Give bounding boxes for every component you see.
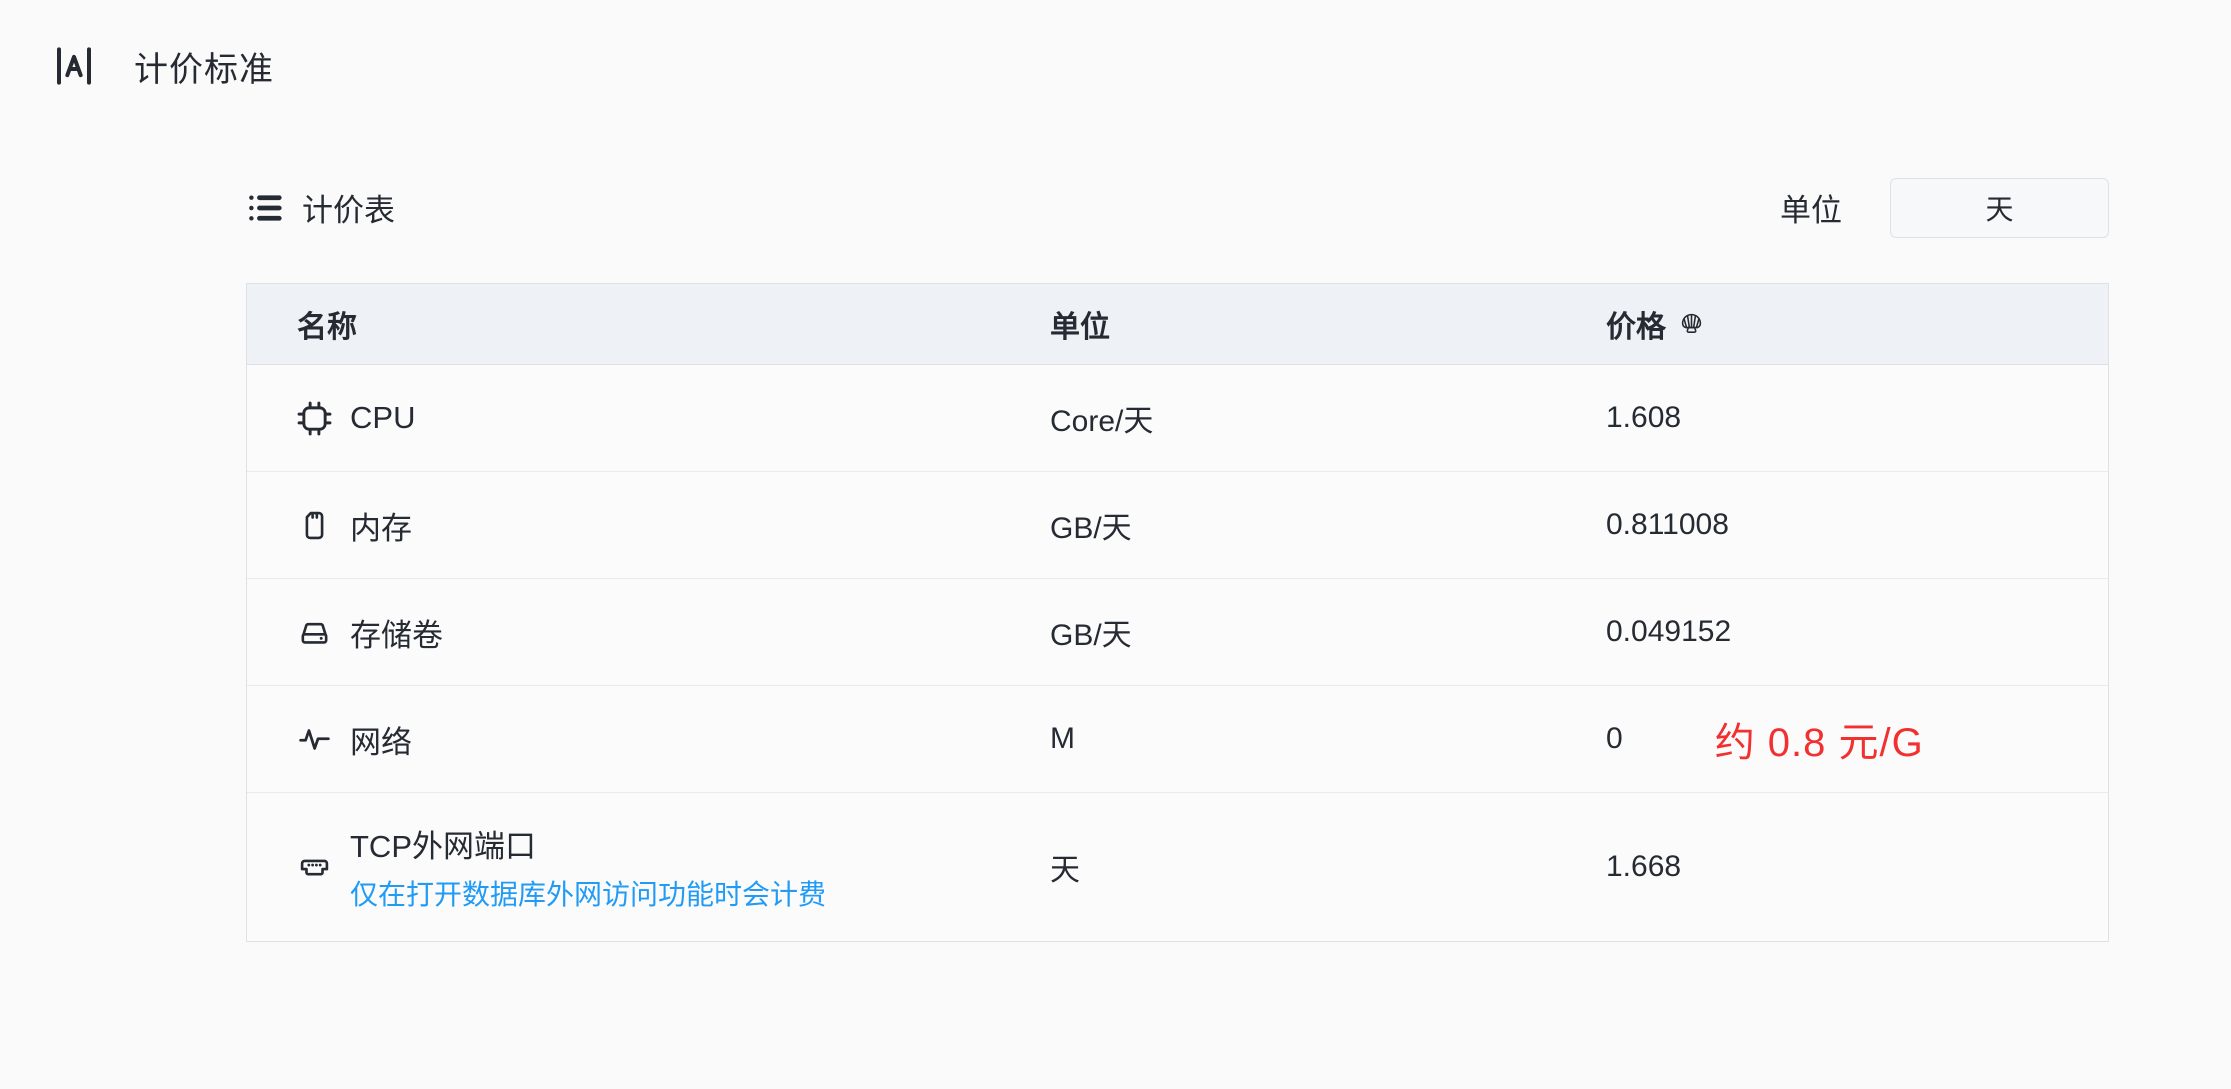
price-cell: 0.049152 [1602,615,2108,649]
resource-name: TCP外网端口 [350,821,826,866]
resource-name: CPU [350,400,415,436]
pricing-table: 名称 单位 价格 CPU Core/天 [246,283,2109,942]
price-cell: 1.668 [1602,850,2108,884]
section-header: 计价表 [246,185,395,230]
resource-name: 内存 [350,503,412,548]
resource-price: 0.811008 [1606,508,1729,542]
resource-unit: GB/天 [1050,610,1602,654]
resource-price: 0 [1606,722,1623,756]
table-row: 内存 GB/天 0.811008 [247,472,2108,579]
resource-unit: Core/天 [1050,396,1602,440]
section-title: 计价表 [302,185,395,230]
table-row: CPU Core/天 1.608 [247,365,2108,472]
unit-label: 单位 [1780,185,1842,230]
storage-icon [297,615,332,650]
tcp-icon [297,850,332,885]
header-price-label: 价格 [1606,302,1666,346]
price-cell: 1.608 [1602,401,2108,435]
resource-price: 1.668 [1606,850,1681,884]
header-name: 名称 [247,302,1050,346]
table-row: 网络 M 0 约 0.8 元/G [247,686,2108,793]
memory-icon [297,508,332,543]
network-icon [297,722,332,757]
table-row: TCP外网端口 仅在打开数据库外网访问功能时会计费 天 1.668 [247,793,2108,941]
name-cell: 内存 [247,503,1050,548]
header-price: 价格 [1602,302,2108,346]
name-cell: TCP外网端口 仅在打开数据库外网访问功能时会计费 [247,821,1050,913]
cpu-icon [297,401,332,436]
table-header: 名称 单位 价格 [247,284,2108,365]
price-cell: 0.811008 [1602,508,2108,542]
unit-switcher: 单位 天 [1780,178,2109,238]
resource-unit: M [1050,722,1602,756]
content: 计价表 单位 天 名称 单位 价格 [246,177,2109,942]
resource-name: 网络 [350,717,412,762]
price-cell: 0 约 0.8 元/G [1602,710,2108,768]
page-header: 计价标准 [54,40,274,92]
table-body: CPU Core/天 1.608 内存 GB/天 0.811008 存储卷 [247,365,2108,941]
resource-name: 存储卷 [350,610,443,655]
resource-price: 1.608 [1606,401,1681,435]
resource-note: 仅在打开数据库外网访问功能时会计费 [350,873,826,913]
resource-unit: GB/天 [1050,503,1602,547]
price-annotation: 约 0.8 元/G [1715,710,1924,768]
toolbar: 计价表 单位 天 [246,177,2109,238]
list-icon [246,189,284,227]
name-cell: 存储卷 [247,610,1050,655]
unit-select[interactable]: 天 [1890,178,2109,238]
header-unit: 单位 [1050,302,1602,346]
name-cell: 网络 [247,717,1050,762]
resource-unit: 天 [1050,845,1602,889]
resource-price: 0.049152 [1606,615,1731,649]
name-cell: CPU [247,400,1050,436]
pricing-app-icon [54,40,94,92]
table-row: 存储卷 GB/天 0.049152 [247,579,2108,686]
shell-currency-icon [1678,311,1705,338]
page-title: 计价标准 [134,42,274,91]
